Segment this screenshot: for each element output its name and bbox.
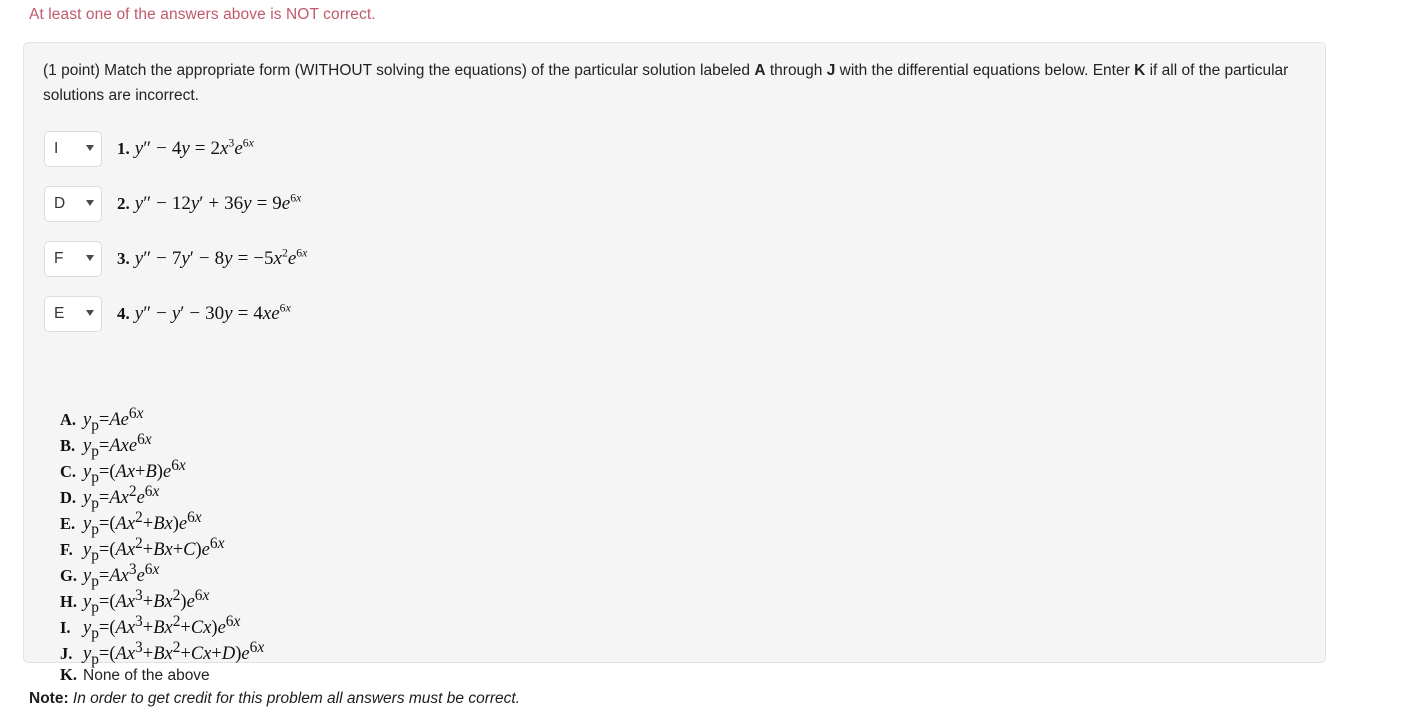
option-letter-h: H. bbox=[60, 592, 77, 612]
chevron-down-icon bbox=[86, 200, 94, 206]
option-item-k: K. None of the above bbox=[60, 665, 960, 691]
option-item-h: H. yp=(Ax3+Bx2)e6x bbox=[60, 587, 960, 616]
equation-row: E 4. y″ − y′ −30y = 4xe6x bbox=[44, 286, 1304, 341]
prompt-label-a: A bbox=[754, 62, 766, 79]
option-item-j: J. yp=(Ax3+Bx2+Cx+D)e6x bbox=[60, 639, 960, 668]
answer-status-message: At least one of the answers above is NOT… bbox=[29, 6, 376, 23]
credit-note-body: In order to get credit for this problem … bbox=[68, 690, 521, 707]
option-letter-k: K. bbox=[60, 665, 77, 684]
option-item-i: I. yp=(Ax3+Bx2+Cx)e6x bbox=[60, 613, 960, 642]
option-item-g: G. yp=Ax3e6x bbox=[60, 561, 960, 590]
option-letter-c: C. bbox=[60, 462, 77, 482]
chevron-down-icon bbox=[86, 310, 94, 316]
option-item-e: E. yp=(Ax2+Bx)e6x bbox=[60, 509, 960, 538]
equation-row: I 1. y″ −4y = 2x3e6x bbox=[44, 121, 1304, 176]
equation-number-1: 1. bbox=[117, 138, 130, 158]
option-letter-i: I. bbox=[60, 618, 71, 638]
equation-expression-2: y″ −12y′ +36y = 9e6x bbox=[134, 191, 302, 214]
equation-row: D 2. y″ −12y′ +36y = 9e6x bbox=[44, 176, 1304, 231]
answer-select-4-value: E bbox=[54, 304, 65, 322]
equation-row: F 3. y″ −7y′ −8y = −5x2e6x bbox=[44, 231, 1304, 286]
option-letter-f: F. bbox=[60, 540, 73, 560]
option-expression-j: yp=(Ax3+Bx2+Cx+D)e6x bbox=[83, 639, 265, 668]
option-item-c: C. yp=(Ax+B)e6x bbox=[60, 457, 960, 486]
answer-select-3-value: F bbox=[54, 249, 64, 267]
answer-select-4[interactable]: E bbox=[44, 295, 102, 332]
chevron-down-icon bbox=[86, 255, 94, 261]
prompt-label-k: K bbox=[1134, 62, 1146, 79]
answer-select-2[interactable]: D bbox=[44, 185, 102, 222]
credit-note-label: Note: bbox=[29, 690, 69, 707]
option-item-a: A. yp=Ae6x bbox=[60, 405, 960, 434]
problem-page: At least one of the answers above is NOT… bbox=[0, 0, 1403, 726]
option-item-d: D. yp=Ax2e6x bbox=[60, 483, 960, 512]
credit-note: Note: In order to get credit for this pr… bbox=[29, 690, 520, 708]
answer-options-list: A. yp=Ae6x B. yp=Axe6x C. yp=(Ax+B)e6x D… bbox=[60, 405, 960, 691]
answer-select-1[interactable]: I bbox=[44, 130, 102, 167]
answer-select-3[interactable]: F bbox=[44, 240, 102, 277]
equation-number-3: 3. bbox=[117, 248, 130, 268]
option-item-b: B. yp=Axe6x bbox=[60, 431, 960, 460]
answer-select-1-value: I bbox=[54, 139, 59, 157]
prompt-text-part-1: (1 point) Match the appropriate form (WI… bbox=[43, 62, 755, 79]
problem-prompt: (1 point) Match the appropriate form (WI… bbox=[43, 58, 1308, 108]
equation-expression-3: y″ −7y′ −8y = −5x2e6x bbox=[134, 246, 308, 269]
equation-list: I 1. y″ −4y = 2x3e6x D 2. y″ −12y′ +36y = 9e6x … bbox=[44, 121, 1304, 341]
option-letter-j: J. bbox=[60, 644, 73, 664]
option-text-k: None of the above bbox=[83, 667, 210, 684]
equation-number-2: 2. bbox=[117, 193, 130, 213]
option-letter-b: B. bbox=[60, 436, 76, 456]
prompt-text-part-2: through bbox=[765, 62, 827, 79]
chevron-down-icon bbox=[86, 145, 94, 151]
option-letter-e: E. bbox=[60, 514, 76, 534]
equation-expression-4: y″ − y′ −30y = 4xe6x bbox=[134, 301, 291, 324]
problem-panel: (1 point) Match the appropriate form (WI… bbox=[23, 42, 1326, 684]
option-letter-a: A. bbox=[60, 410, 77, 430]
equation-expression-1: y″ −4y = 2x3e6x bbox=[134, 136, 254, 159]
answer-select-2-value: D bbox=[54, 194, 66, 212]
prompt-text-part-3: with the differential equations below. E… bbox=[835, 62, 1135, 79]
option-letter-g: G. bbox=[60, 566, 77, 586]
option-item-f: F. yp=(Ax2+Bx+C)e6x bbox=[60, 535, 960, 564]
equation-number-4: 4. bbox=[117, 303, 130, 323]
option-letter-d: D. bbox=[60, 488, 77, 508]
